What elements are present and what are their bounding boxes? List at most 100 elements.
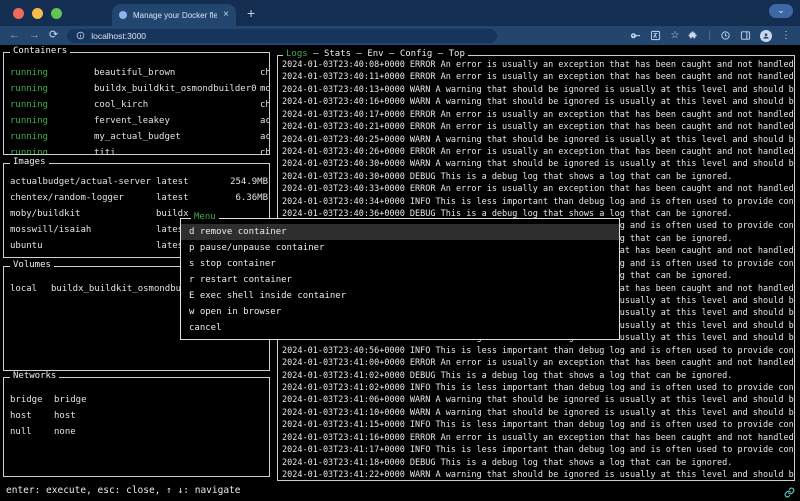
container-image: ch — [260, 97, 269, 113]
container-row[interactable]: runningmy_actual_budgetac — [4, 129, 269, 145]
image-name: actualbudget/actual-server — [10, 174, 156, 190]
network-row[interactable]: bridgebridge — [4, 392, 269, 408]
extensions-puzzle-icon[interactable] — [688, 30, 699, 41]
tab-strip: Manage your Docker fleet w × + ⌄ — [0, 0, 800, 26]
tab-search-chevron-icon[interactable]: ⌄ — [769, 4, 793, 18]
menu-item-open[interactable]: w open in browser — [181, 304, 619, 320]
container-row[interactable]: runningbeautiful_brownch — [4, 65, 269, 81]
container-row[interactable]: runningbuildx_buildkit_osmondbuilder0mo — [4, 81, 269, 97]
log-line: 2024-01-03T23:40:33+0000 ERROR An error … — [282, 183, 794, 195]
container-name: titi — [94, 145, 260, 154]
image-name: ubuntu — [10, 238, 156, 254]
network-name: null — [10, 424, 54, 440]
window-controls — [13, 8, 62, 19]
log-line: 2024-01-03T23:41:16+0000 ERROR An error … — [282, 432, 794, 444]
log-line: 2024-01-03T23:40:25+0000 WARN A warning … — [282, 134, 794, 146]
container-actions-menu: Menu d remove containerp pause/unpause c… — [180, 218, 620, 340]
container-image: mo — [260, 81, 269, 97]
docker-tui: Containers runningbeautiful_brownchrunni… — [0, 45, 800, 501]
browser-toolbar: ← → ⟳ localhost:3000 ☆ | ⋮ — [0, 26, 800, 45]
menu-title: Menu — [191, 212, 219, 222]
status-bar-hints: enter: execute, esc: close, ↑ ↓: navigat… — [6, 485, 241, 496]
url-text: localhost:3000 — [91, 31, 146, 41]
menu-item-remove[interactable]: d remove container — [181, 224, 619, 240]
log-line: 2024-01-03T23:41:02+0000 INFO This is le… — [282, 382, 794, 394]
networks-panel: Networks bridgebridgehosthostnullnone — [3, 377, 270, 477]
container-image: ac — [260, 113, 269, 129]
menu-item-restart[interactable]: r restart container — [181, 272, 619, 288]
container-status: running — [10, 145, 94, 154]
browser-menu-kebab-icon[interactable]: ⋮ — [781, 31, 791, 41]
networks-rows: bridgebridgehosthostnullnone — [4, 378, 269, 476]
log-line: 2024-01-03T23:41:02+0000 DEBUG This is a… — [282, 370, 794, 382]
image-name: chentex/random-logger — [10, 190, 156, 206]
image-row[interactable]: actualbudget/actual-serverlatest254.9MB — [4, 174, 269, 190]
log-line: 2024-01-03T23:40:21+0000 ERROR An error … — [282, 121, 794, 133]
log-line: 2024-01-03T23:40:13+0000 WARN A warning … — [282, 84, 794, 96]
container-row[interactable]: runningcool_kirchch — [4, 97, 269, 113]
back-icon[interactable]: ← — [9, 30, 20, 41]
container-row[interactable]: runningtitich — [4, 145, 269, 154]
image-row[interactable]: chentex/random-loggerlatest6.36MB — [4, 190, 269, 206]
containers-panel: Containers runningbeautiful_brownchrunni… — [3, 52, 270, 155]
container-image: ch — [260, 145, 269, 154]
reload-icon[interactable]: ⟳ — [49, 30, 58, 41]
menu-item-exec[interactable]: E exec shell inside container — [181, 288, 619, 304]
log-line: 2024-01-03T23:40:11+0000 ERROR An error … — [282, 71, 794, 83]
volume-driver: local — [10, 281, 51, 297]
container-row[interactable]: runningfervent_leakeyac — [4, 113, 269, 129]
network-driver: bridge — [54, 392, 269, 408]
container-name: beautiful_brown — [94, 65, 260, 81]
passwords-key-icon[interactable] — [630, 30, 641, 41]
log-line: 2024-01-03T23:41:06+0000 WARN A warning … — [282, 394, 794, 406]
network-name: bridge — [10, 392, 54, 408]
tab-close-icon[interactable]: × — [223, 10, 229, 20]
forward-icon[interactable]: → — [29, 30, 40, 41]
containers-rows: runningbeautiful_brownchrunningbuildx_bu… — [4, 53, 269, 154]
log-line: 2024-01-03T23:40:16+0000 WARN A warning … — [282, 96, 794, 108]
network-row[interactable]: hosthost — [4, 408, 269, 424]
new-tab-button[interactable]: + — [247, 5, 255, 21]
log-line: 2024-01-03T23:40:56+0000 INFO This is le… — [282, 345, 794, 357]
image-tag: latest — [156, 190, 222, 206]
network-name: host — [10, 408, 54, 424]
image-size: 6.36MB — [222, 190, 269, 206]
log-line: 2024-01-03T23:40:30+0000 WARN A warning … — [282, 158, 794, 170]
tab-favicon-icon — [119, 11, 127, 19]
container-status: running — [10, 113, 94, 129]
log-line: 2024-01-03T23:40:08+0000 ERROR An error … — [282, 59, 794, 71]
toolbar-separator: | — [708, 30, 711, 41]
log-line: 2024-01-03T23:41:00+0000 ERROR An error … — [282, 357, 794, 369]
extension-clock-icon[interactable] — [720, 30, 731, 41]
log-line: 2024-01-03T23:40:34+0000 INFO This is le… — [282, 196, 794, 208]
log-line: 2024-01-03T23:41:22+0000 WARN A warning … — [282, 469, 794, 480]
log-line: 2024-01-03T23:41:18+0000 DEBUG This is a… — [282, 457, 794, 469]
image-name: mosswill/isaiah — [10, 222, 156, 238]
minimize-window-button[interactable] — [32, 8, 43, 19]
image-name: moby/buildkit — [10, 206, 156, 222]
image-name: <none> — [10, 254, 156, 257]
side-panel-icon[interactable] — [740, 30, 751, 41]
site-info-icon[interactable] — [76, 31, 85, 40]
image-size: 254.9MB — [222, 174, 269, 190]
address-bar[interactable]: localhost:3000 — [67, 29, 497, 43]
browser-tab[interactable]: Manage your Docker fleet w × — [112, 4, 236, 26]
log-line: 2024-01-03T23:40:30+0000 DEBUG This is a… — [282, 171, 794, 183]
maximize-window-button[interactable] — [51, 8, 62, 19]
translate-icon[interactable] — [650, 30, 661, 41]
profile-avatar-icon[interactable] — [760, 30, 772, 42]
log-line: 2024-01-03T23:40:26+0000 ERROR An error … — [282, 146, 794, 158]
close-window-button[interactable] — [13, 8, 24, 19]
image-tag: latest — [156, 174, 222, 190]
container-status: running — [10, 81, 94, 97]
menu-item-pause/unpause[interactable]: p pause/unpause container — [181, 240, 619, 256]
container-name: buildx_buildkit_osmondbuilder0 — [94, 81, 260, 97]
network-row[interactable]: nullnone — [4, 424, 269, 440]
menu-item-cancel[interactable]: cancel — [181, 320, 619, 336]
menu-item-stop[interactable]: s stop container — [181, 256, 619, 272]
bookmark-star-icon[interactable]: ☆ — [670, 31, 679, 41]
log-line: 2024-01-03T23:41:15+0000 INFO This is le… — [282, 419, 794, 431]
tab-title: Manage your Docker fleet w — [133, 11, 217, 20]
menu-items: d remove containerp pause/unpause contai… — [181, 219, 619, 336]
link-icon[interactable] — [784, 483, 795, 501]
